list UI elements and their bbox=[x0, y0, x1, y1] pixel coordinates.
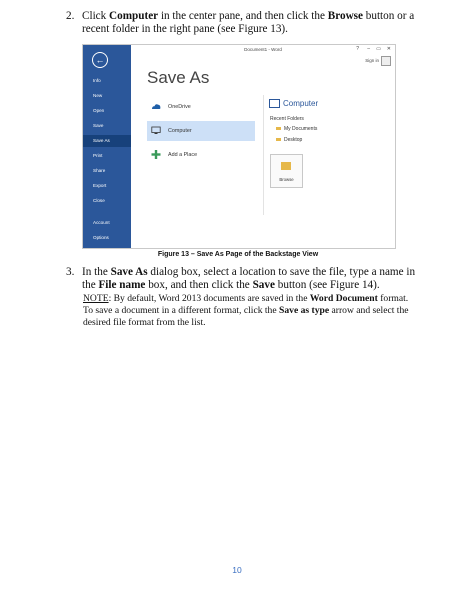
step-number: 3. bbox=[66, 266, 75, 278]
avatar-icon bbox=[381, 56, 391, 66]
note-label: NOTE bbox=[83, 293, 109, 304]
nav-item-info[interactable]: Info bbox=[83, 75, 131, 87]
sign-in[interactable]: Sign in bbox=[365, 56, 391, 66]
figure-caption: Figure 13 – Save As Page of the Backstag… bbox=[157, 251, 319, 258]
plus-icon bbox=[151, 150, 161, 159]
browse-label: Browse bbox=[279, 177, 294, 182]
nav-item-save-as[interactable]: Save As bbox=[83, 135, 131, 147]
step-number: 2. bbox=[66, 10, 75, 22]
backstage-sidebar: ← Info New Open Save Save As Print Share Export… bbox=[83, 45, 131, 248]
back-arrow-icon[interactable]: ← bbox=[92, 52, 108, 68]
nav-item-options[interactable]: Options bbox=[83, 232, 131, 244]
place-computer[interactable]: Computer bbox=[147, 121, 255, 141]
place-label: Add a Place bbox=[168, 152, 198, 158]
step-text: Click Computer in the center pane, and t… bbox=[82, 10, 415, 35]
divider bbox=[263, 95, 264, 215]
right-pane-heading: Computer bbox=[269, 99, 318, 109]
cloud-icon bbox=[152, 104, 161, 109]
place-label: Computer bbox=[168, 128, 192, 134]
folder-desktop[interactable]: Desktop bbox=[276, 137, 302, 143]
minimize-icon[interactable]: – bbox=[367, 46, 370, 52]
close-icon[interactable]: ✕ bbox=[387, 46, 391, 52]
nav-item-print[interactable]: Print bbox=[83, 150, 131, 162]
nav-item-new[interactable]: New bbox=[83, 90, 131, 102]
step-text: In the Save As dialog box, select a loca… bbox=[82, 266, 416, 291]
folder-icon bbox=[281, 162, 291, 170]
place-label: OneDrive bbox=[168, 104, 191, 110]
nav-item-close[interactable]: Close bbox=[83, 195, 131, 207]
title-bar: Document1 - Word ? – ▭ ✕ bbox=[131, 45, 395, 55]
note-paragraph: NOTE: By default, Word 2013 documents ar… bbox=[83, 293, 419, 328]
help-icon[interactable]: ? bbox=[356, 46, 359, 52]
monitor-icon bbox=[151, 126, 161, 134]
figure-13-screenshot: ← Info New Open Save Save As Print Share Export… bbox=[82, 44, 396, 249]
place-add[interactable]: Add a Place bbox=[147, 145, 255, 165]
recent-folders-label: Recent Folders bbox=[270, 116, 304, 122]
nav-item-export[interactable]: Export bbox=[83, 180, 131, 192]
nav-item-account[interactable]: Account bbox=[83, 217, 131, 229]
note-text: : By default, Word 2013 documents are sa… bbox=[83, 293, 409, 328]
maximize-icon[interactable]: ▭ bbox=[376, 46, 381, 52]
folder-icon bbox=[276, 126, 281, 131]
nav-item-save[interactable]: Save bbox=[83, 120, 131, 132]
page-heading: Save As bbox=[147, 68, 210, 87]
folder-my-documents[interactable]: My Documents bbox=[276, 126, 317, 132]
nav-item-open[interactable]: Open bbox=[83, 105, 131, 117]
folder-icon bbox=[276, 137, 281, 142]
nav-item-share[interactable]: Share bbox=[83, 165, 131, 177]
monitor-icon bbox=[269, 99, 280, 109]
page-number: 10 bbox=[232, 565, 242, 575]
place-onedrive[interactable]: OneDrive bbox=[147, 97, 255, 117]
browse-button[interactable]: Browse bbox=[270, 154, 303, 188]
